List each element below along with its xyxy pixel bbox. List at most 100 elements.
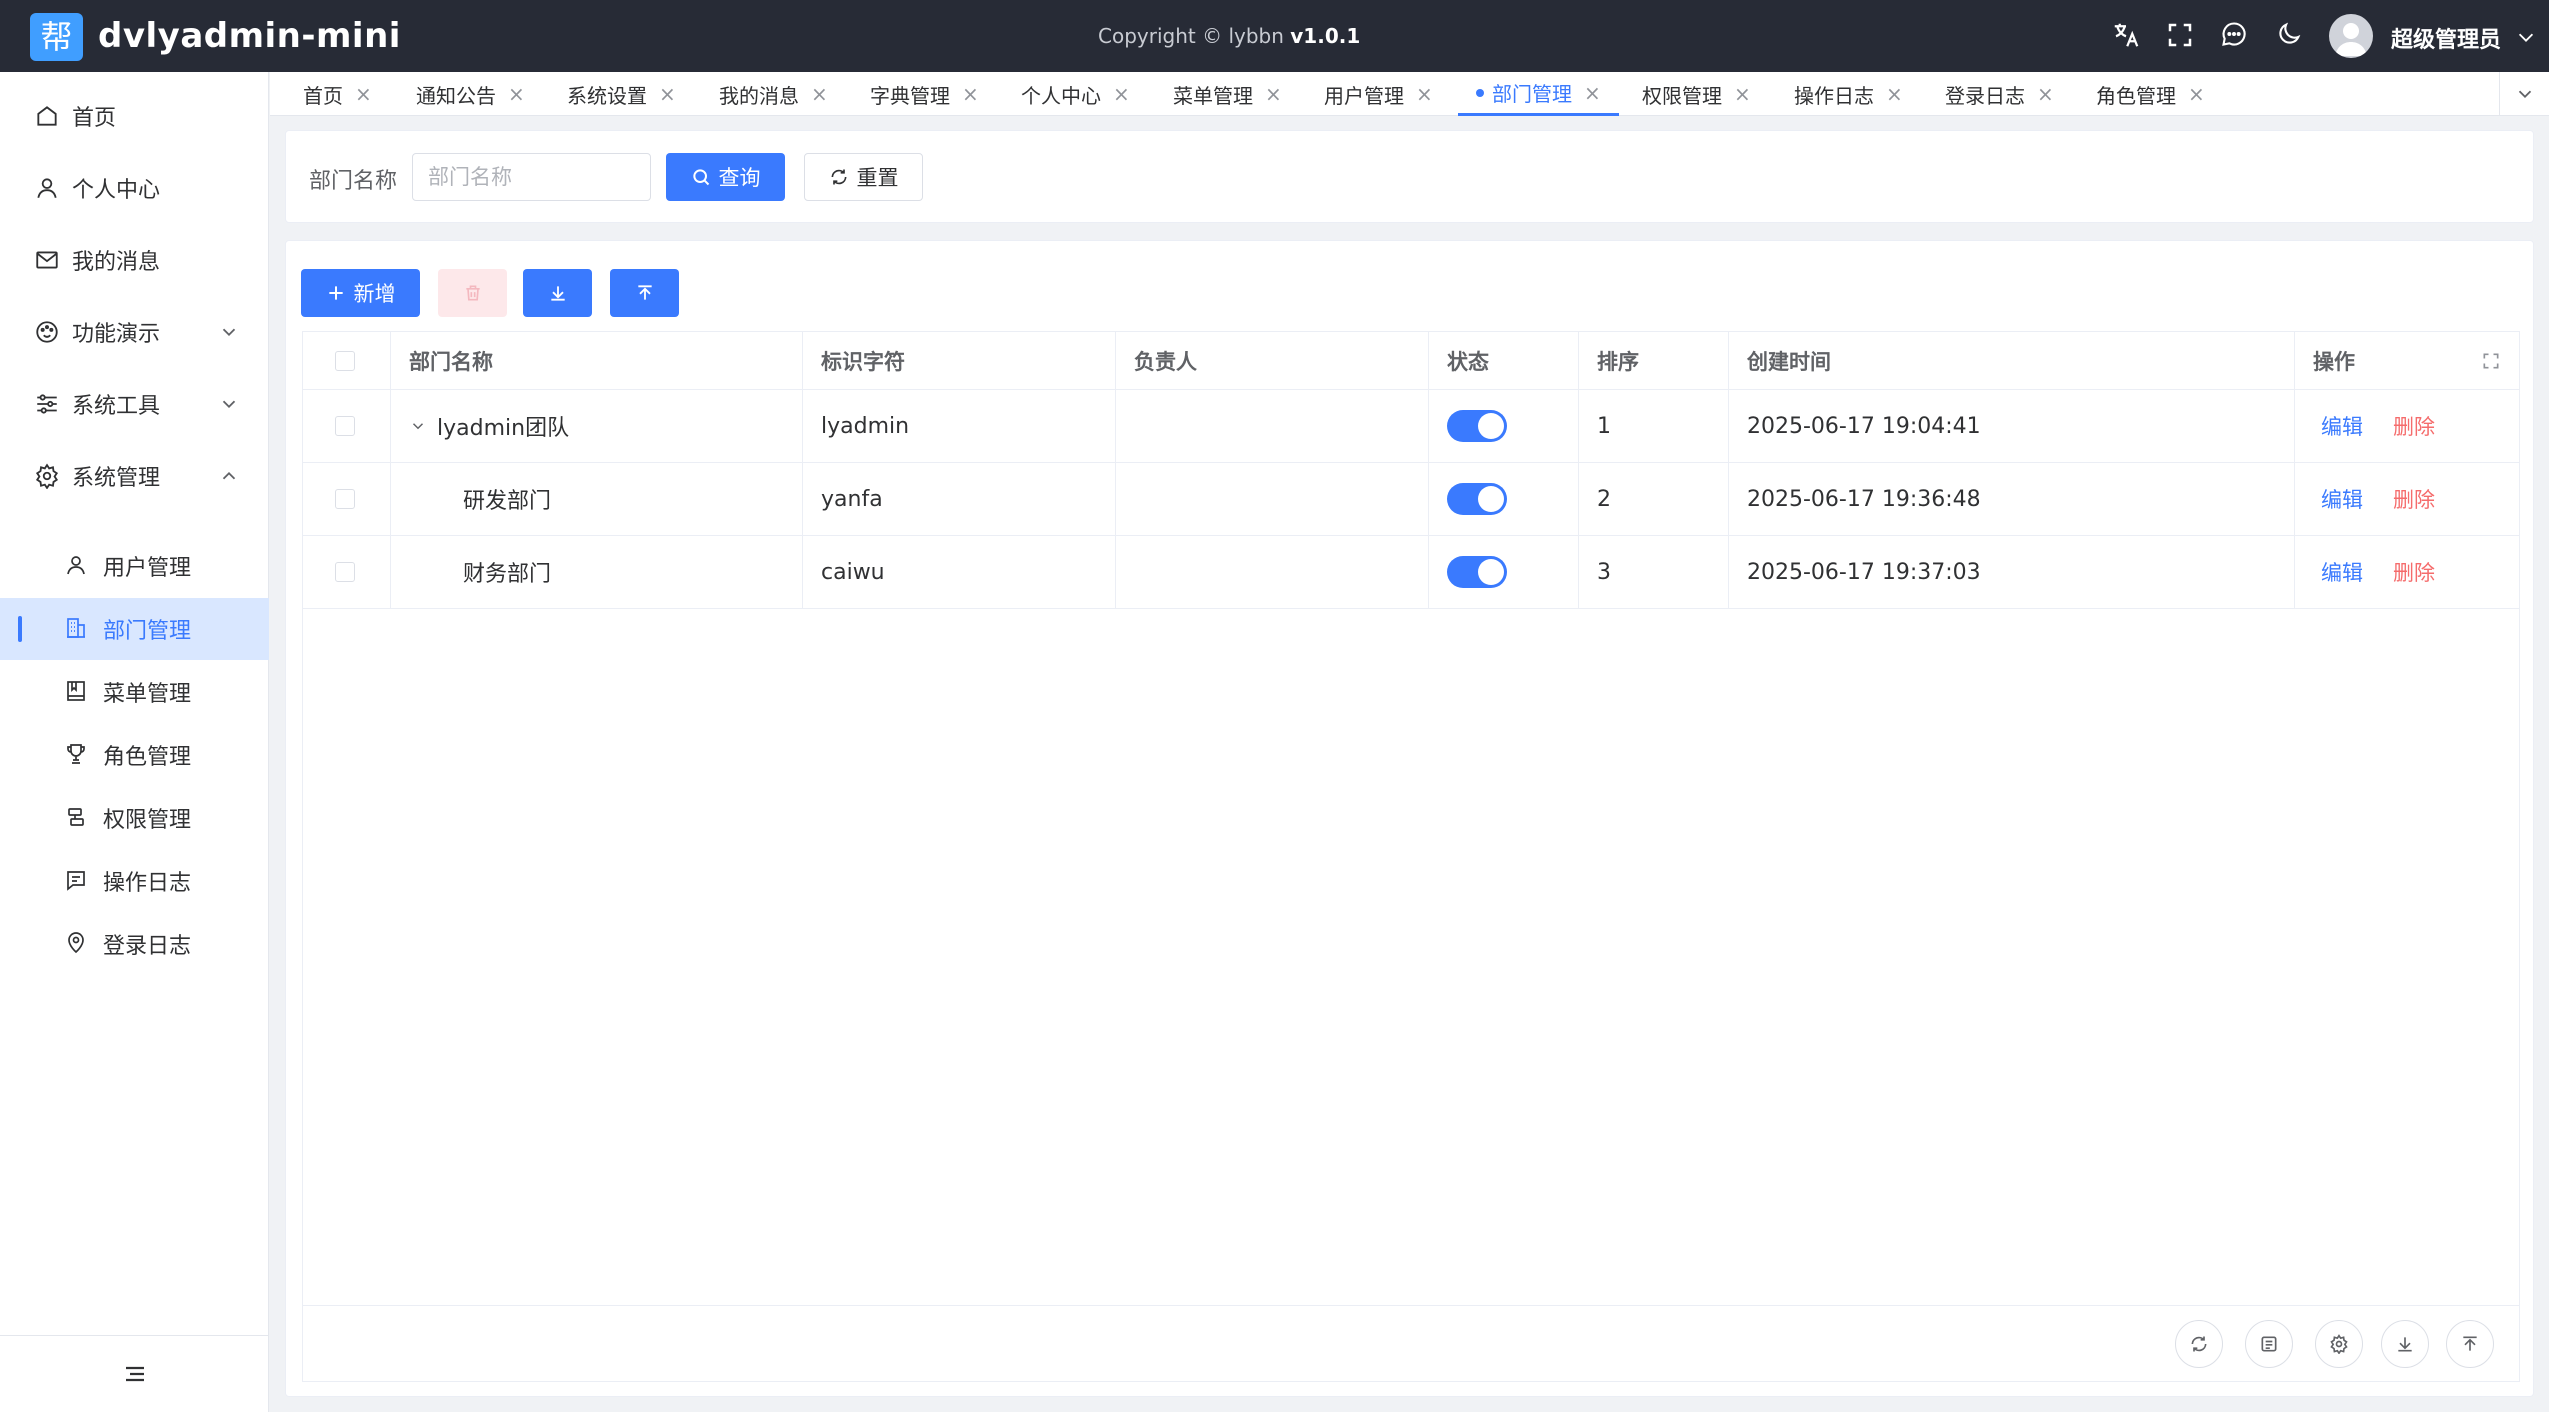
download-button[interactable] [523,269,592,317]
sidebar-item-login-log[interactable]: 登录日志 [0,913,269,975]
close-icon[interactable]: × [1265,82,1282,106]
row-select[interactable] [303,390,391,462]
collapse-menu-icon[interactable] [123,1362,147,1386]
status-cell [1429,390,1579,462]
tab-home[interactable]: 首页 × [303,72,372,116]
close-icon[interactable]: × [355,82,372,106]
select-all-checkbox[interactable] [335,350,355,371]
row-checkbox[interactable] [335,489,355,509]
delete-link[interactable]: 删除 [2393,484,2435,514]
tab-system-settings[interactable]: 系统设置 × [567,72,676,116]
close-icon[interactable]: × [2037,82,2054,106]
sidebar-item-label: 系统工具 [72,394,161,419]
export-button[interactable] [2381,1320,2429,1368]
close-icon[interactable]: × [1416,82,1433,106]
sidebar-item-roles[interactable]: 角色管理 [0,724,269,786]
status-toggle[interactable] [1447,410,1507,442]
close-icon[interactable]: × [811,82,828,106]
sidebar-item-tools[interactable]: 系统工具 [0,374,269,434]
tab-menus[interactable]: 菜单管理 × [1173,72,1282,116]
close-icon[interactable]: × [2188,82,2205,106]
trophy-icon [64,742,90,768]
tab-permissions[interactable]: 权限管理 × [1642,72,1751,116]
query-button[interactable]: 查询 [666,153,785,201]
close-icon[interactable]: × [1886,82,1903,106]
close-icon[interactable]: × [1113,82,1130,106]
import-button[interactable] [2446,1320,2494,1368]
status-toggle[interactable] [1447,483,1507,515]
dept-name: 财务部门 [391,536,803,608]
edit-link[interactable]: 编辑 [2321,557,2363,587]
sidebar-item-permissions[interactable]: 权限管理 [0,787,269,849]
close-icon[interactable]: × [1734,82,1751,106]
batch-delete-button[interactable] [438,269,507,317]
close-icon[interactable]: × [962,82,979,106]
sidebar-item-home[interactable]: 首页 [0,86,269,146]
column-header: 负责人 [1116,332,1429,389]
gear-icon [34,463,60,490]
dark-mode-icon[interactable] [2275,20,2307,52]
row-select[interactable] [303,463,391,535]
print-button[interactable] [2245,1320,2293,1368]
tab-operation-log[interactable]: 操作日志 × [1794,72,1903,116]
message-icon[interactable] [2220,20,2252,52]
tab-login-log[interactable]: 登录日志 × [1945,72,2054,116]
sidebar-item-label: 首页 [72,106,117,131]
header-select-all[interactable] [303,332,391,389]
edit-link[interactable]: 编辑 [2321,411,2363,441]
refresh-button[interactable] [2175,1320,2223,1368]
column-header: 创建时间 [1729,332,2295,389]
sort-value: 1 [1579,390,1729,462]
sidebar-item-messages[interactable]: 我的消息 [0,230,269,290]
dept-key: lyadmin [803,390,1116,462]
sidebar-item-users[interactable]: 用户管理 [0,535,269,597]
tab-notices[interactable]: 通知公告 × [416,72,525,116]
close-icon[interactable]: × [508,82,525,106]
created-time: 2025-06-17 19:36:48 [1729,463,2295,535]
tab-dictionary[interactable]: 字典管理 × [870,72,979,116]
reset-button[interactable]: 重置 [804,153,923,201]
status-cell [1429,463,1579,535]
refresh-icon [831,169,846,185]
delete-link[interactable]: 删除 [2393,411,2435,441]
tab-my-messages[interactable]: 我的消息 × [719,72,828,116]
edit-link[interactable]: 编辑 [2321,484,2363,514]
row-checkbox[interactable] [335,416,355,436]
sidebar-item-label: 权限管理 [103,808,192,833]
fullscreen-icon[interactable] [2481,351,2501,371]
sidebar-item-operation-log[interactable]: 操作日志 [0,850,269,912]
sidebar-item-demo[interactable]: 功能演示 [0,302,269,362]
tab-profile[interactable]: 个人中心 × [1021,72,1130,116]
status-toggle[interactable] [1447,556,1507,588]
table-row: 研发部门 yanfa 2 2025-06-17 19:36:48 编辑 删除 [303,463,2519,536]
settings-button[interactable] [2315,1320,2363,1368]
sidebar-item-system[interactable]: 系统管理 [0,446,269,506]
translate-icon[interactable] [2111,20,2143,52]
tabs-more-button[interactable] [2499,72,2549,116]
upload-button[interactable] [610,269,679,317]
chevron-down-icon[interactable] [2515,26,2537,48]
dept-name-input[interactable] [412,153,651,201]
row-checkbox[interactable] [335,562,355,582]
row-select[interactable] [303,536,391,608]
close-icon[interactable]: × [1584,81,1601,105]
fullscreen-icon[interactable] [2165,20,2197,52]
chevron-down-icon [218,393,240,415]
delete-link[interactable]: 删除 [2393,557,2435,587]
avatar[interactable] [2329,14,2373,58]
tab-departments[interactable]: 部门管理 × [1458,72,1619,116]
dept-leader [1116,390,1429,462]
sidebar-item-label: 角色管理 [103,745,192,770]
tab-label: 权限管理 [1642,83,1722,108]
column-header: 部门名称 [391,332,803,389]
sidebar-item-menus[interactable]: 菜单管理 [0,661,269,723]
sidebar-item-profile[interactable]: 个人中心 [0,158,269,218]
expand-chevron-icon[interactable] [409,417,427,435]
tab-roles[interactable]: 角色管理 × [2096,72,2205,116]
sidebar-item-departments[interactable]: 部门管理 [0,598,269,660]
username[interactable]: 超级管理员 [2391,22,2501,54]
close-icon[interactable]: × [659,82,676,106]
add-button[interactable]: 新增 [301,269,420,317]
tab-users[interactable]: 用户管理 × [1324,72,1433,116]
add-button-label: 新增 [353,282,396,306]
